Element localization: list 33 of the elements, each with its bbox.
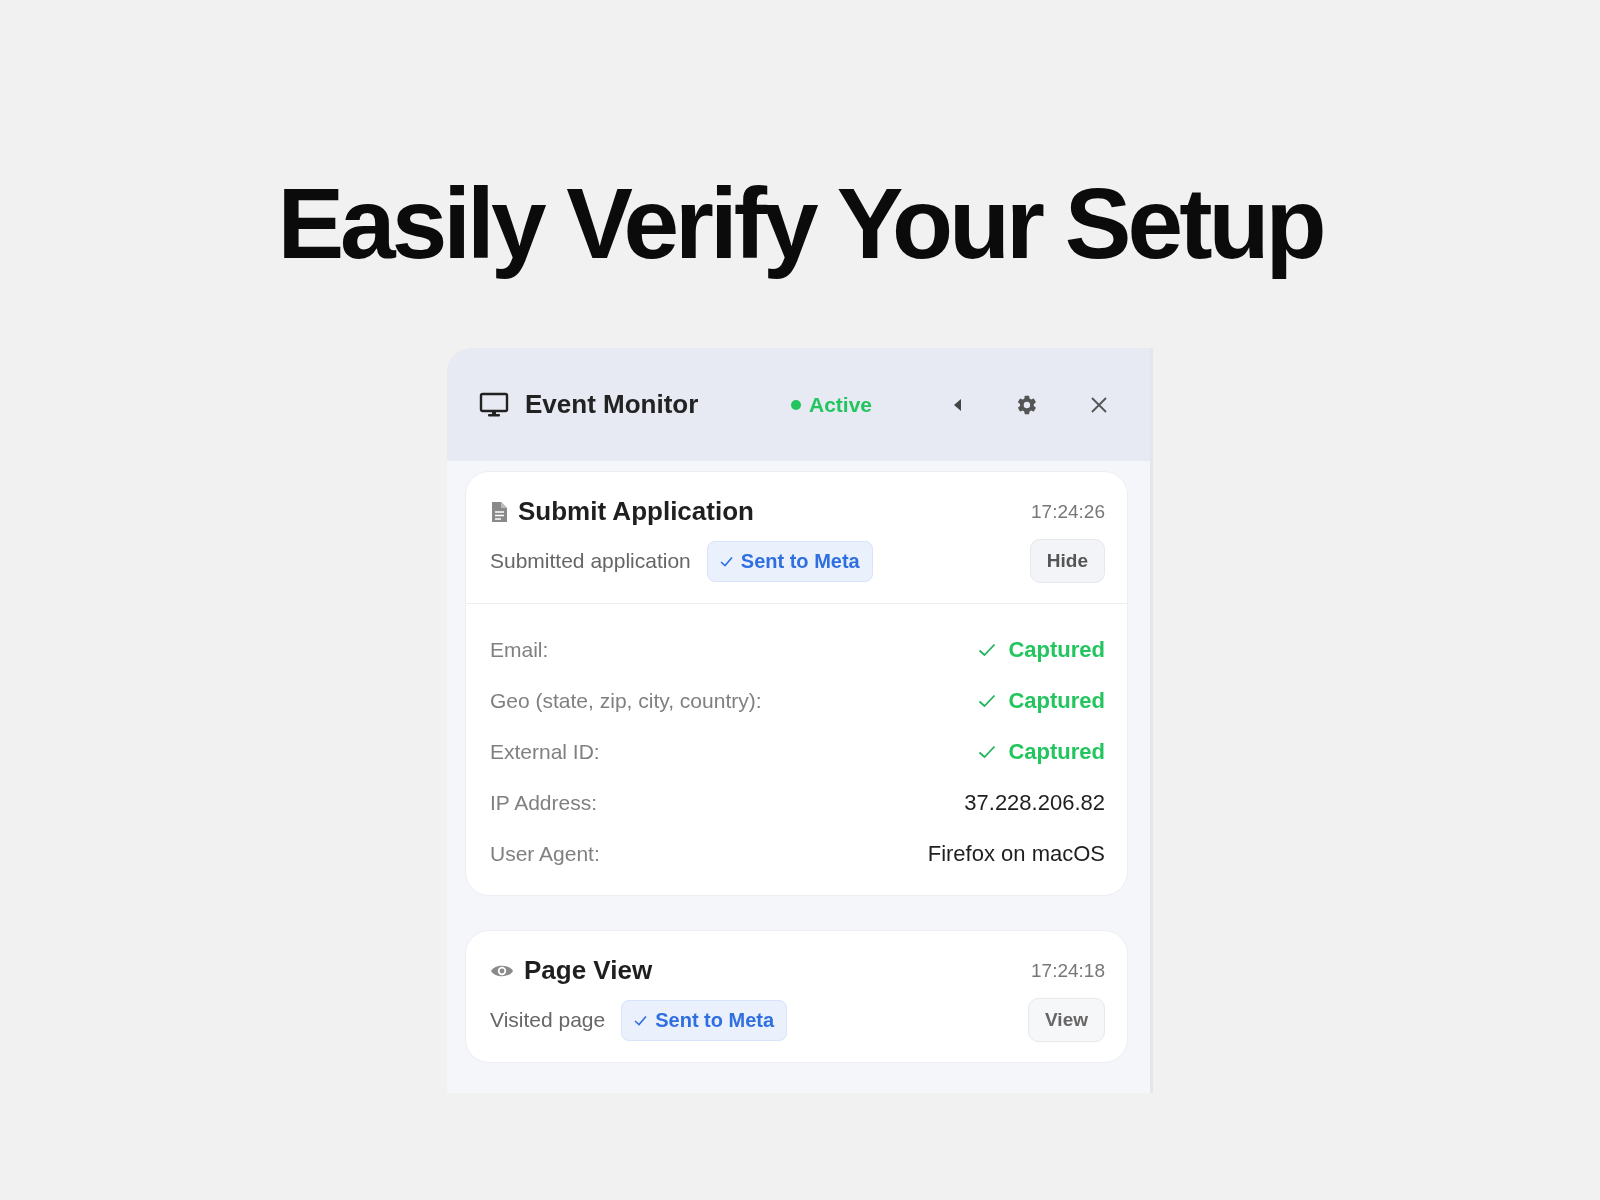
- document-icon: [490, 500, 508, 523]
- event-description: Submitted application: [490, 549, 691, 573]
- headline: Easily Verify Your Setup: [277, 168, 1323, 278]
- detail-value: Captured: [1008, 738, 1105, 765]
- monitor-icon: [479, 391, 509, 418]
- detail-label: Email:: [490, 637, 549, 662]
- detail-label: User Agent:: [490, 841, 600, 866]
- check-icon: [978, 693, 997, 708]
- settings-icon[interactable]: [1016, 393, 1038, 416]
- detail-value: Captured: [1008, 687, 1105, 714]
- collapse-caret-icon[interactable]: [952, 396, 964, 413]
- panel-title: Event Monitor: [525, 389, 700, 420]
- close-icon[interactable]: [1090, 395, 1108, 414]
- toggle-details-button[interactable]: Hide: [1029, 539, 1105, 583]
- check-icon: [719, 555, 733, 567]
- event-title: Submit Application: [518, 496, 755, 527]
- event-time: 17:24:18: [1031, 959, 1105, 982]
- badge-label: Sent to Meta: [740, 549, 860, 573]
- check-icon: [978, 642, 997, 657]
- detail-label: External ID:: [490, 739, 600, 764]
- toggle-details-button[interactable]: View: [1028, 998, 1105, 1042]
- status-label: Active: [808, 392, 872, 417]
- detail-value: Firefox on macOS: [927, 840, 1105, 867]
- event-title: Page View: [524, 955, 654, 986]
- check-icon: [634, 1014, 648, 1026]
- event-description: Visited page: [490, 1008, 606, 1032]
- detail-label: Geo (state, zip, city, country):: [490, 688, 762, 713]
- badge-label: Sent to Meta: [655, 1008, 775, 1032]
- check-icon: [978, 744, 997, 759]
- detail-label: IP Address:: [490, 790, 597, 815]
- detail-value: Captured: [1008, 636, 1105, 663]
- event-time: 17:24:26: [1031, 500, 1105, 523]
- detail-value: 37.228.206.82: [964, 789, 1105, 816]
